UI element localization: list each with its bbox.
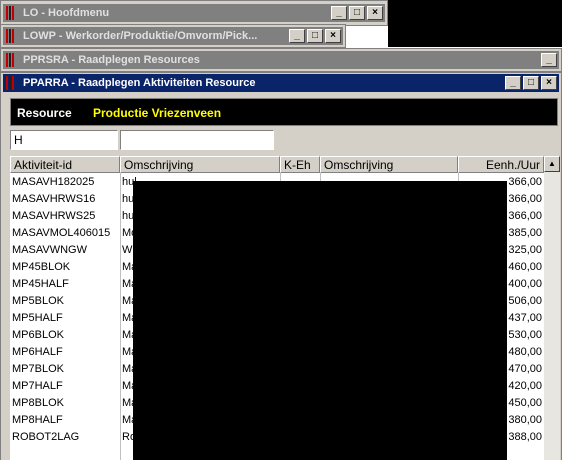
filter-input-description[interactable] <box>120 130 274 150</box>
app-icon <box>6 76 17 90</box>
cell-aktiviteit-id: MASAVHRWS25 <box>12 210 96 222</box>
titlebar-lowp[interactable]: LOWP - Werkorder/Produktie/Omvorm/Pick..… <box>3 27 343 45</box>
resource-value: Productie Vriezenveen <box>93 106 222 120</box>
maximize-button[interactable]: □ <box>349 6 365 20</box>
window-hoofdmenu: LO - Hoofdmenu _ □ × <box>0 0 388 26</box>
window-title: PPRSRA - Raadplegen Resources <box>23 54 200 66</box>
app-icon <box>6 53 17 67</box>
close-button[interactable]: × <box>325 29 341 43</box>
cell-aktiviteit-id: MASAVH182025 <box>12 176 95 188</box>
cell-aktiviteit-id: MP8BLOK <box>12 397 64 409</box>
cell-aktiviteit-id: MP5HALF <box>12 312 63 324</box>
redaction-block <box>133 181 507 460</box>
cell-aktiviteit-id: MP7BLOK <box>12 363 64 375</box>
column-header-eenh-uur[interactable]: Eenh./Uur <box>458 156 544 173</box>
window-lowp: LOWP - Werkorder/Produktie/Omvorm/Pick..… <box>0 24 346 48</box>
cell-aktiviteit-id: MP6BLOK <box>12 329 64 341</box>
app-icon <box>6 29 17 43</box>
minimize-button[interactable]: _ <box>289 29 305 43</box>
cell-aktiviteit-id: MASAVWNGW <box>12 244 87 256</box>
window-title: LOWP - Werkorder/Produktie/Omvorm/Pick..… <box>23 30 258 42</box>
column-header-aktiviteit-id[interactable]: Aktiviteit-id <box>10 156 120 173</box>
cell-aktiviteit-id: MASAVHRWS16 <box>12 193 96 205</box>
maximize-button[interactable]: □ <box>523 76 539 90</box>
maximize-button[interactable]: □ <box>307 29 323 43</box>
column-header-k-eh[interactable]: K-Eh <box>280 156 320 173</box>
titlebar-pparra[interactable]: PPARRA - Raadplegen Aktiviteiten Resourc… <box>3 74 559 92</box>
cell-aktiviteit-id: MP6HALF <box>12 346 63 358</box>
desktop-background <box>388 0 562 47</box>
filter-input-id[interactable]: H <box>10 130 118 150</box>
column-header-omschrijving-2[interactable]: Omschrijving <box>320 156 458 173</box>
window-title: PPARRA - Raadplegen Aktiviteiten Resourc… <box>23 77 256 89</box>
window-pprsra: PPRSRA - Raadplegen Resources _ <box>0 48 562 72</box>
resource-label: Resource <box>17 106 72 120</box>
titlebar-pprsra[interactable]: PPRSRA - Raadplegen Resources _ <box>3 51 559 69</box>
column-header-omschrijving[interactable]: Omschrijving <box>120 156 280 173</box>
cell-aktiviteit-id: MP8HALF <box>12 414 63 426</box>
app-icon <box>6 6 17 20</box>
titlebar-hoofdmenu[interactable]: LO - Hoofdmenu _ □ × <box>3 4 385 22</box>
cell-aktiviteit-id: MP5BLOK <box>12 295 64 307</box>
cell-aktiviteit-id: MP7HALF <box>12 380 63 392</box>
window-title: LO - Hoofdmenu <box>23 7 110 19</box>
cell-aktiviteit-id: ROBOT2LAG <box>12 431 80 443</box>
cell-aktiviteit-id: MP45BLOK <box>12 261 71 273</box>
minimize-button[interactable]: _ <box>505 76 521 90</box>
minimize-button[interactable]: _ <box>331 6 347 20</box>
vertical-scrollbar[interactable]: ▲ <box>544 156 560 460</box>
resource-bar: Resource Productie Vriezenveen <box>10 98 558 126</box>
close-button[interactable]: × <box>367 6 383 20</box>
cell-aktiviteit-id: MP45HALF <box>12 278 69 290</box>
minimize-button[interactable]: _ <box>541 53 557 67</box>
scroll-up-button[interactable]: ▲ <box>544 156 560 172</box>
cell-aktiviteit-id: MASAVMOL406015 <box>12 227 111 239</box>
close-button[interactable]: × <box>541 76 557 90</box>
